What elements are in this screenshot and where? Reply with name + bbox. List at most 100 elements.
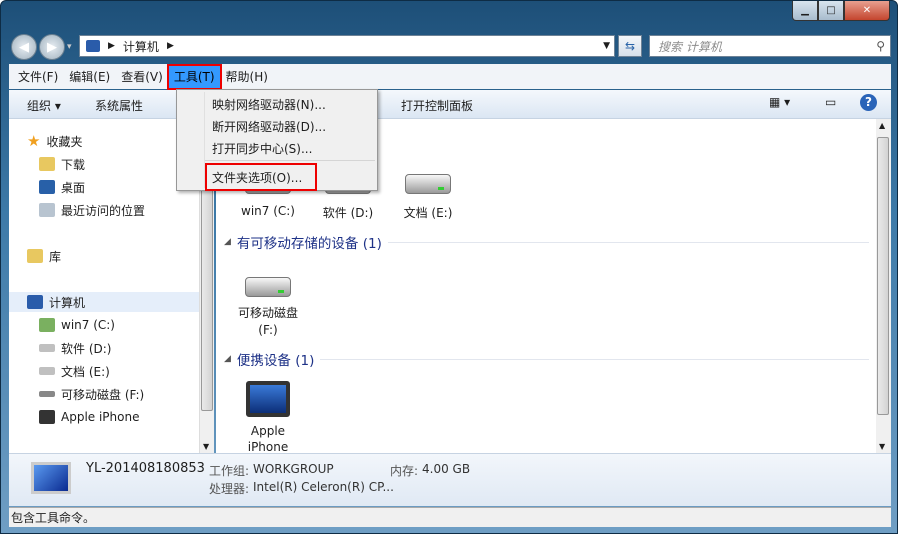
navigation-pane: ★ 收藏夹 下载 桌面 最近访问的位置 库 计算机 win7 (C:) 软件 (D… — [9, 119, 199, 453]
scroll-down-arrow-icon[interactable]: ▼ — [879, 442, 885, 451]
collapse-icon[interactable]: ◢ — [224, 237, 231, 247]
cpu-label: 处理器: — [209, 482, 250, 496]
menu-item-map-network-drive[interactable]: 映射网络驱动器(N)... — [212, 96, 326, 113]
help-icon[interactable]: ? — [860, 94, 877, 111]
highlight-box — [205, 163, 317, 191]
label: (F:) — [258, 323, 278, 337]
view-options-icon[interactable]: ▦ ▾ — [769, 95, 790, 109]
recent-pages-dropdown[interactable]: ▾ — [67, 42, 72, 52]
collapse-icon[interactable]: ◢ — [224, 354, 231, 364]
label: 软件 (D:) — [61, 341, 112, 356]
label: 文档 (E:) — [403, 206, 453, 220]
drive-e[interactable]: 文档 (E:) — [393, 174, 463, 221]
portable-device-icon — [39, 410, 55, 424]
menu-help[interactable]: 帮助(H) — [221, 66, 273, 88]
removable-drive-icon — [245, 277, 291, 297]
close-button[interactable]: ✕ — [844, 1, 890, 21]
refresh-button[interactable]: ⇆ — [618, 35, 642, 57]
forward-button[interactable]: ▶ — [39, 34, 65, 60]
downloads-folder-icon — [39, 157, 55, 171]
sidebar-drive-f[interactable]: 可移动磁盘 (F:) — [39, 384, 144, 404]
sidebar-computer[interactable]: 计算机 — [9, 292, 199, 312]
command-bar: 组织 ▾ 系统属性 打开控制面板 ▦ ▾ ▭ ? — [9, 90, 891, 119]
sidebar-item-recent[interactable]: 最近访问的位置 — [39, 200, 145, 220]
label: 收藏夹 — [46, 134, 83, 149]
search-icon[interactable]: ⚲ — [876, 39, 885, 53]
breadcrumb-computer[interactable]: 计算机 — [123, 38, 159, 55]
label: 可移动磁盘 — [237, 306, 298, 320]
memory-label: 内存: — [390, 464, 419, 478]
label: 库 — [49, 249, 62, 264]
sidebar-drive-d[interactable]: 软件 (D:) — [39, 338, 111, 358]
scroll-up-arrow-icon[interactable]: ▲ — [879, 121, 885, 130]
menu-item-disconnect-network-drive[interactable]: 断开网络驱动器(D)... — [212, 118, 326, 135]
label: 最近访问的位置 — [61, 203, 146, 218]
back-button[interactable]: ◀ — [11, 34, 37, 60]
label: Apple iPhone — [61, 410, 140, 424]
maximize-button[interactable]: □ — [818, 1, 844, 21]
address-dropdown-icon[interactable]: ▼ — [603, 41, 610, 51]
hard-drive-icon — [39, 367, 55, 375]
scrollbar-thumb[interactable] — [877, 137, 889, 415]
library-icon — [27, 249, 43, 263]
workgroup-value: WORKGROUP — [253, 462, 334, 476]
group-header-portable[interactable]: ◢ 便携设备 (1) — [224, 349, 869, 369]
explorer-window: ▁ □ ✕ ◀ ▶ ▾ ▶ 计算机 ▶ ▼ ⇆ 搜索 计算机 ⚲ 文件(F) 编… — [0, 0, 898, 534]
sidebar-item-downloads[interactable]: 下载 — [39, 154, 85, 174]
computer-name: YL-201408180853 — [86, 461, 205, 476]
star-icon: ★ — [27, 132, 41, 150]
computer-large-icon — [31, 462, 71, 494]
window-controls: ▁ □ ✕ — [792, 1, 890, 21]
address-bar[interactable]: ▶ 计算机 ▶ ▼ — [79, 35, 615, 57]
computer-icon — [86, 40, 100, 52]
label: 桌面 — [61, 180, 86, 195]
status-bar: 包含工具命令。 — [9, 507, 891, 527]
cpu-value: Intel(R) Celeron(R) CP... — [253, 480, 394, 494]
recent-places-icon — [39, 203, 55, 217]
control-panel-button[interactable]: 打开控制面板 — [401, 97, 473, 114]
sidebar-drive-c[interactable]: win7 (C:) — [39, 315, 115, 335]
system-properties-button[interactable]: 系统属性 — [95, 97, 143, 114]
label: 计算机 — [49, 295, 86, 310]
menu-edit[interactable]: 编辑(E) — [64, 66, 115, 88]
menu-bar: 文件(F) 编辑(E) 查看(V) 工具(T) 帮助(H) — [9, 63, 891, 90]
search-input[interactable]: 搜索 计算机 ⚲ — [649, 35, 891, 57]
sidebar-drive-e[interactable]: 文档 (E:) — [39, 361, 110, 381]
label: Apple — [250, 424, 286, 438]
scroll-down-arrow-icon[interactable]: ▼ — [203, 442, 209, 451]
label: win7 (C:) — [241, 204, 295, 218]
breadcrumb-arrow-icon[interactable]: ▶ — [108, 41, 115, 51]
workgroup-label: 工作组: — [209, 464, 250, 478]
label: win7 (C:) — [61, 318, 115, 332]
desktop-icon — [39, 180, 55, 194]
menu-view[interactable]: 查看(V) — [116, 66, 168, 88]
removable-drive-icon — [39, 391, 55, 397]
group-header-removable[interactable]: ◢ 有可移动存储的设备 (1) — [224, 232, 869, 252]
label: 可移动磁盘 (F:) — [61, 387, 145, 402]
content-scrollbar[interactable]: ▲ ▼ — [876, 119, 891, 453]
label: 下载 — [61, 157, 86, 172]
memory-value: 4.00 GB — [422, 462, 471, 476]
navigation-buttons: ◀ ▶ ▾ — [11, 34, 72, 60]
breadcrumb-arrow-icon[interactable]: ▶ — [167, 41, 174, 51]
minimize-button[interactable]: ▁ — [792, 1, 818, 21]
organize-button[interactable]: 组织 ▾ — [27, 97, 61, 114]
sidebar-item-desktop[interactable]: 桌面 — [39, 177, 85, 197]
menu-file[interactable]: 文件(F) — [13, 66, 63, 88]
portable-device-icon — [246, 381, 290, 417]
label: 便携设备 (1) — [236, 353, 315, 369]
hard-drive-icon — [405, 174, 451, 194]
label: 有可移动存储的设备 (1) — [236, 236, 382, 252]
sidebar-iphone[interactable]: Apple iPhone — [39, 407, 139, 427]
menu-tools[interactable]: 工具(T) — [166, 63, 222, 90]
sidebar-favorites[interactable]: ★ 收藏夹 — [27, 131, 82, 151]
details-pane: YL-201408180853 工作组: WORKGROUP 内存: 4.00 … — [9, 453, 891, 506]
menu-item-sync-center[interactable]: 打开同步中心(S)... — [212, 140, 312, 157]
preview-pane-icon[interactable]: ▭ — [825, 95, 836, 109]
system-drive-icon — [39, 318, 55, 332]
label: 文档 (E:) — [61, 364, 110, 379]
apple-iphone-device[interactable]: Apple iPhone — [233, 381, 303, 455]
search-placeholder: 搜索 计算机 — [658, 39, 722, 54]
sidebar-libraries[interactable]: 库 — [27, 246, 61, 266]
drive-f[interactable]: 可移动磁盘 (F:) — [233, 277, 303, 339]
